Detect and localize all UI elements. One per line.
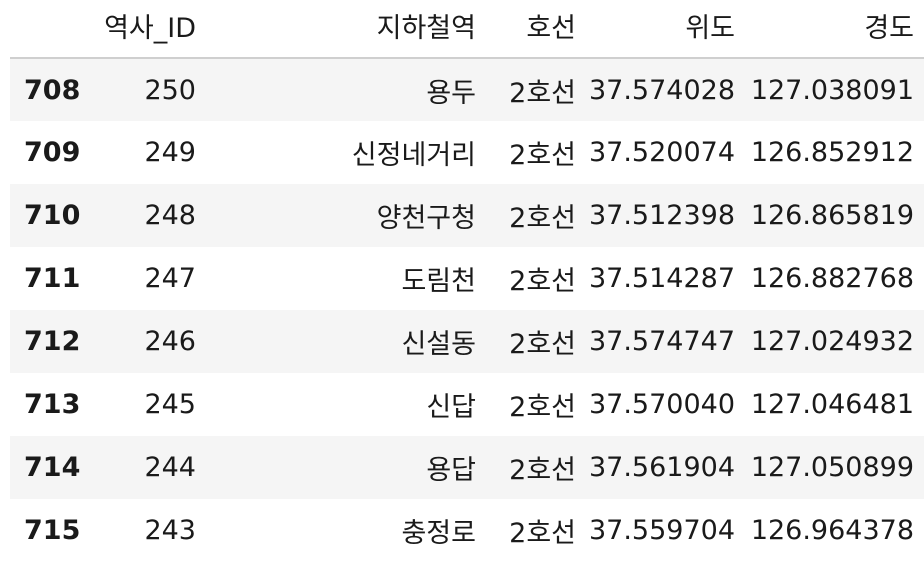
column-header-longitude: 경도: [745, 0, 924, 59]
cell-latitude: 37.574747: [588, 326, 735, 357]
column-header-line: 호선: [486, 0, 586, 59]
row-index: 710: [24, 200, 81, 231]
cell-latitude: 37.561904: [588, 452, 735, 483]
dataframe-table: 역사_ID 지하철역 호선 위도 경도 708 250 용두 2호선 37.57…: [10, 0, 924, 562]
cell-longitude: 126.964378: [750, 515, 914, 546]
table-row: 709 249 신정네거리 2호선 37.520074 126.852912: [10, 121, 924, 184]
cell-longitude: 126.882768: [750, 263, 914, 294]
cell-latitude: 37.570040: [588, 389, 735, 420]
table-row: 711 247 도림천 2호선 37.514287 126.882768: [10, 247, 924, 310]
cell-station-id: 245: [144, 389, 196, 420]
table-row: 710 248 양천구청 2호선 37.512398 126.865819: [10, 184, 924, 247]
cell-latitude: 37.559704: [588, 515, 735, 546]
cell-station-id: 247: [144, 263, 196, 294]
column-header-latitude: 위도: [586, 0, 745, 59]
column-header-index: [10, 0, 88, 59]
cell-station-id: 249: [144, 137, 196, 168]
row-index: 712: [24, 326, 81, 357]
cell-station-id: 243: [144, 515, 196, 546]
table-row: 714 244 용답 2호선 37.561904 127.050899: [10, 436, 924, 499]
cell-longitude: 126.865819: [750, 200, 914, 231]
table-row: 712 246 신설동 2호선 37.574747 127.024932: [10, 310, 924, 373]
cell-line: 2호선: [509, 518, 576, 549]
cell-longitude: 127.050899: [750, 452, 914, 483]
cell-longitude: 127.038091: [750, 74, 914, 106]
cell-station-id: 244: [144, 452, 196, 483]
cell-station-name: 신정네거리: [351, 140, 476, 171]
row-index: 713: [24, 389, 81, 420]
cell-station-name: 용두: [426, 77, 476, 109]
cell-line: 2호선: [509, 77, 576, 109]
cell-station-name: 신답: [426, 392, 476, 423]
cell-latitude: 37.574028: [588, 74, 735, 106]
column-header-station-id: 역사_ID: [88, 0, 206, 59]
cell-line: 2호선: [509, 266, 576, 297]
cell-line: 2호선: [509, 329, 576, 360]
cell-station-name: 충정로: [401, 518, 476, 549]
cell-station-id: 246: [144, 326, 196, 357]
cell-line: 2호선: [509, 203, 576, 234]
cell-longitude: 127.046481: [750, 389, 914, 420]
header-row: 역사_ID 지하철역 호선 위도 경도: [10, 0, 924, 59]
row-index: 715: [24, 515, 81, 546]
cell-station-name: 신설동: [401, 329, 476, 360]
cell-latitude: 37.512398: [588, 200, 735, 231]
cell-line: 2호선: [509, 140, 576, 171]
row-index: 711: [24, 263, 81, 294]
table-row: 715 243 충정로 2호선 37.559704 126.964378: [10, 499, 924, 562]
cell-longitude: 126.852912: [750, 137, 914, 168]
row-index: 714: [24, 452, 81, 483]
row-index: 708: [24, 74, 81, 106]
cell-line: 2호선: [509, 392, 576, 423]
cell-station-id: 248: [144, 200, 196, 231]
cell-station-name: 양천구청: [376, 203, 476, 234]
cell-line: 2호선: [509, 455, 576, 486]
cell-latitude: 37.520074: [588, 137, 735, 168]
row-index: 709: [24, 137, 81, 168]
dataframe-output: 역사_ID 지하철역 호선 위도 경도 708 250 용두 2호선 37.57…: [0, 0, 924, 562]
table-row: 713 245 신답 2호선 37.570040 127.046481: [10, 373, 924, 436]
table-row: 708 250 용두 2호선 37.574028 127.038091: [10, 58, 924, 121]
column-header-station-name: 지하철역: [206, 0, 486, 59]
cell-longitude: 127.024932: [750, 326, 914, 357]
cell-station-name: 용답: [426, 455, 476, 486]
cell-station-id: 250: [144, 74, 196, 106]
cell-latitude: 37.514287: [588, 263, 735, 294]
cell-station-name: 도림천: [401, 266, 476, 297]
